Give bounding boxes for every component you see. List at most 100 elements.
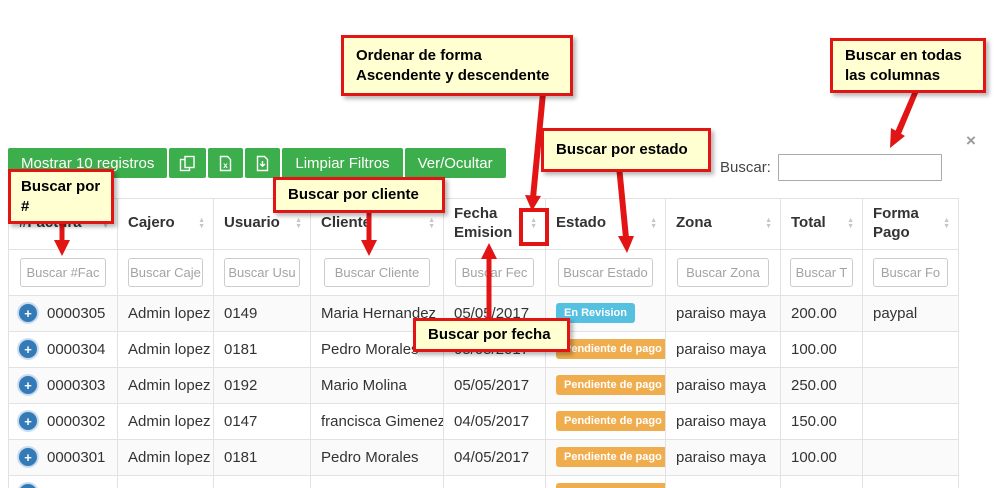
table-row: +0000301 Admin lopez 0181 Pedro Morales … (9, 439, 959, 475)
sort-icon[interactable]: ▲▼ (428, 218, 435, 230)
callout-buscar-por-estado: Buscar por estado (541, 128, 711, 172)
callout-text: Buscar por # (21, 178, 100, 215)
header-label: Total (791, 214, 826, 233)
cell-usuario: 0192 (214, 367, 311, 403)
excel-export-button[interactable]: x (208, 148, 243, 178)
callout-text: Ascendente y descendente (356, 66, 558, 86)
sort-icon[interactable]: ▲▼ (198, 218, 205, 230)
excel-icon: x (218, 155, 233, 172)
expand-row-icon[interactable]: + (19, 376, 37, 394)
cell-cajero: Admin lopez (118, 439, 214, 475)
expand-row-icon[interactable]: + (19, 340, 37, 358)
cell-total: 200.00 (781, 295, 863, 331)
header-label: Cajero (128, 214, 175, 233)
filter-estado-input[interactable] (558, 258, 653, 287)
header-label: Estado (556, 214, 606, 233)
status-badge: Pendiente de pago (556, 483, 666, 488)
sort-icon[interactable]: ▲▼ (765, 218, 772, 230)
column-header-zona[interactable]: Zona ▲▼ (666, 199, 781, 250)
cell-forma-pago (863, 331, 959, 367)
cell-zona: paraiso maya (666, 439, 781, 475)
cell-forma-pago: paypal (863, 295, 959, 331)
close-icon[interactable]: × (966, 132, 976, 149)
copy-export-button[interactable] (169, 148, 206, 178)
header-label: Forma Pago (873, 205, 939, 243)
expand-row-icon[interactable]: + (19, 412, 37, 430)
expand-row-icon[interactable]: + (19, 304, 37, 322)
cell-usuario: 0181 (214, 439, 311, 475)
cell-usuario: 0147 (214, 403, 311, 439)
sort-icon[interactable]: ▲▼ (847, 218, 854, 230)
global-search-label: Buscar: (720, 159, 771, 176)
header-row: #Factura▲▼ Cajero▲▼ Usuario▲▼ Cliente▲▼ … (9, 199, 959, 250)
callout-ordenar: Ordenar de forma Ascendente y descendent… (341, 35, 573, 96)
sort-icon[interactable]: ▲▼ (650, 218, 657, 230)
header-label: Zona (676, 214, 712, 233)
cell-cajero: Admin lopez (118, 403, 214, 439)
callout-buscar-por-numero: Buscar por # (8, 169, 114, 224)
cell-cajero: Admin lopez (118, 295, 214, 331)
table-row-partial: + Pendiente de pago (9, 475, 959, 488)
global-search: Buscar: (720, 154, 942, 181)
global-search-input[interactable] (778, 154, 942, 181)
sort-icon[interactable]: ▲▼ (295, 218, 302, 230)
copy-icon (179, 155, 196, 172)
sort-icon[interactable]: ▲▼ (943, 218, 950, 230)
cell-forma-pago (863, 403, 959, 439)
cell-zona: paraiso maya (666, 367, 781, 403)
header-label: Cliente (321, 214, 371, 233)
cell-cajero: Admin lopez (118, 331, 214, 367)
cell-factura: 0000302 (47, 413, 105, 430)
cell-zona (666, 475, 781, 488)
cell-total: 100.00 (781, 439, 863, 475)
callout-text: las columnas (845, 66, 971, 86)
expand-row-icon[interactable]: + (19, 484, 37, 488)
cell-zona: paraiso maya (666, 403, 781, 439)
filter-fecha-input[interactable] (455, 258, 535, 287)
filter-cajero-input[interactable] (128, 258, 203, 287)
clear-filters-button[interactable]: Limpiar Filtros (282, 148, 402, 178)
table-row: +0000303 Admin lopez 0192 Mario Molina 0… (9, 367, 959, 403)
cell-fecha (444, 475, 546, 488)
filter-cliente-input[interactable] (324, 258, 431, 287)
sort-control-highlight-box (519, 208, 549, 246)
column-header-total[interactable]: Total ▲▼ (781, 199, 863, 250)
svg-text:x: x (224, 161, 229, 170)
cell-total: 100.00 (781, 331, 863, 367)
callout-text: Ordenar de forma (356, 46, 558, 66)
callout-buscar-por-fecha: Buscar por fecha (413, 318, 570, 352)
filter-zona-input[interactable] (677, 258, 768, 287)
filter-usuario-input[interactable] (224, 258, 300, 287)
cell-zona: paraiso maya (666, 331, 781, 367)
cell-fecha: 04/05/2017 (444, 403, 546, 439)
callout-text: Buscar por fecha (428, 326, 551, 343)
pdf-export-button[interactable] (245, 148, 280, 178)
callout-text: Buscar por cliente (288, 186, 419, 203)
cell-total: 150.00 (781, 403, 863, 439)
cell-factura: 0000305 (47, 305, 105, 322)
cell-factura: 0000303 (47, 377, 105, 394)
callout-buscar-por-cliente: Buscar por cliente (273, 177, 445, 213)
cell-total: 250.00 (781, 367, 863, 403)
filter-factura-input[interactable] (20, 258, 106, 287)
status-badge: Pendiente de pago (556, 375, 666, 395)
filter-row (9, 249, 959, 295)
column-header-cajero[interactable]: Cajero ▲▼ (118, 199, 214, 250)
header-label: Usuario (224, 214, 280, 233)
cell-forma-pago (863, 367, 959, 403)
cell-factura: 0000304 (47, 341, 105, 358)
cell-fecha: 04/05/2017 (444, 439, 546, 475)
toggle-columns-button[interactable]: Ver/Ocultar (405, 148, 506, 178)
column-header-estado[interactable]: Estado ▲▼ (546, 199, 666, 250)
callout-text: Buscar en todas (845, 46, 971, 66)
cell-usuario: 0149 (214, 295, 311, 331)
filter-forma-pago-input[interactable] (873, 258, 948, 287)
column-header-forma-pago[interactable]: Forma Pago ▲▼ (863, 199, 959, 250)
cell-cliente (311, 475, 444, 488)
callout-text: Buscar por estado (556, 141, 688, 158)
status-badge: Pendiente de pago (556, 447, 666, 467)
status-badge: Pendiente de pago (556, 339, 666, 359)
filter-total-input[interactable] (790, 258, 853, 287)
expand-row-icon[interactable]: + (19, 448, 37, 466)
header-label: Fecha Emision (454, 205, 526, 243)
